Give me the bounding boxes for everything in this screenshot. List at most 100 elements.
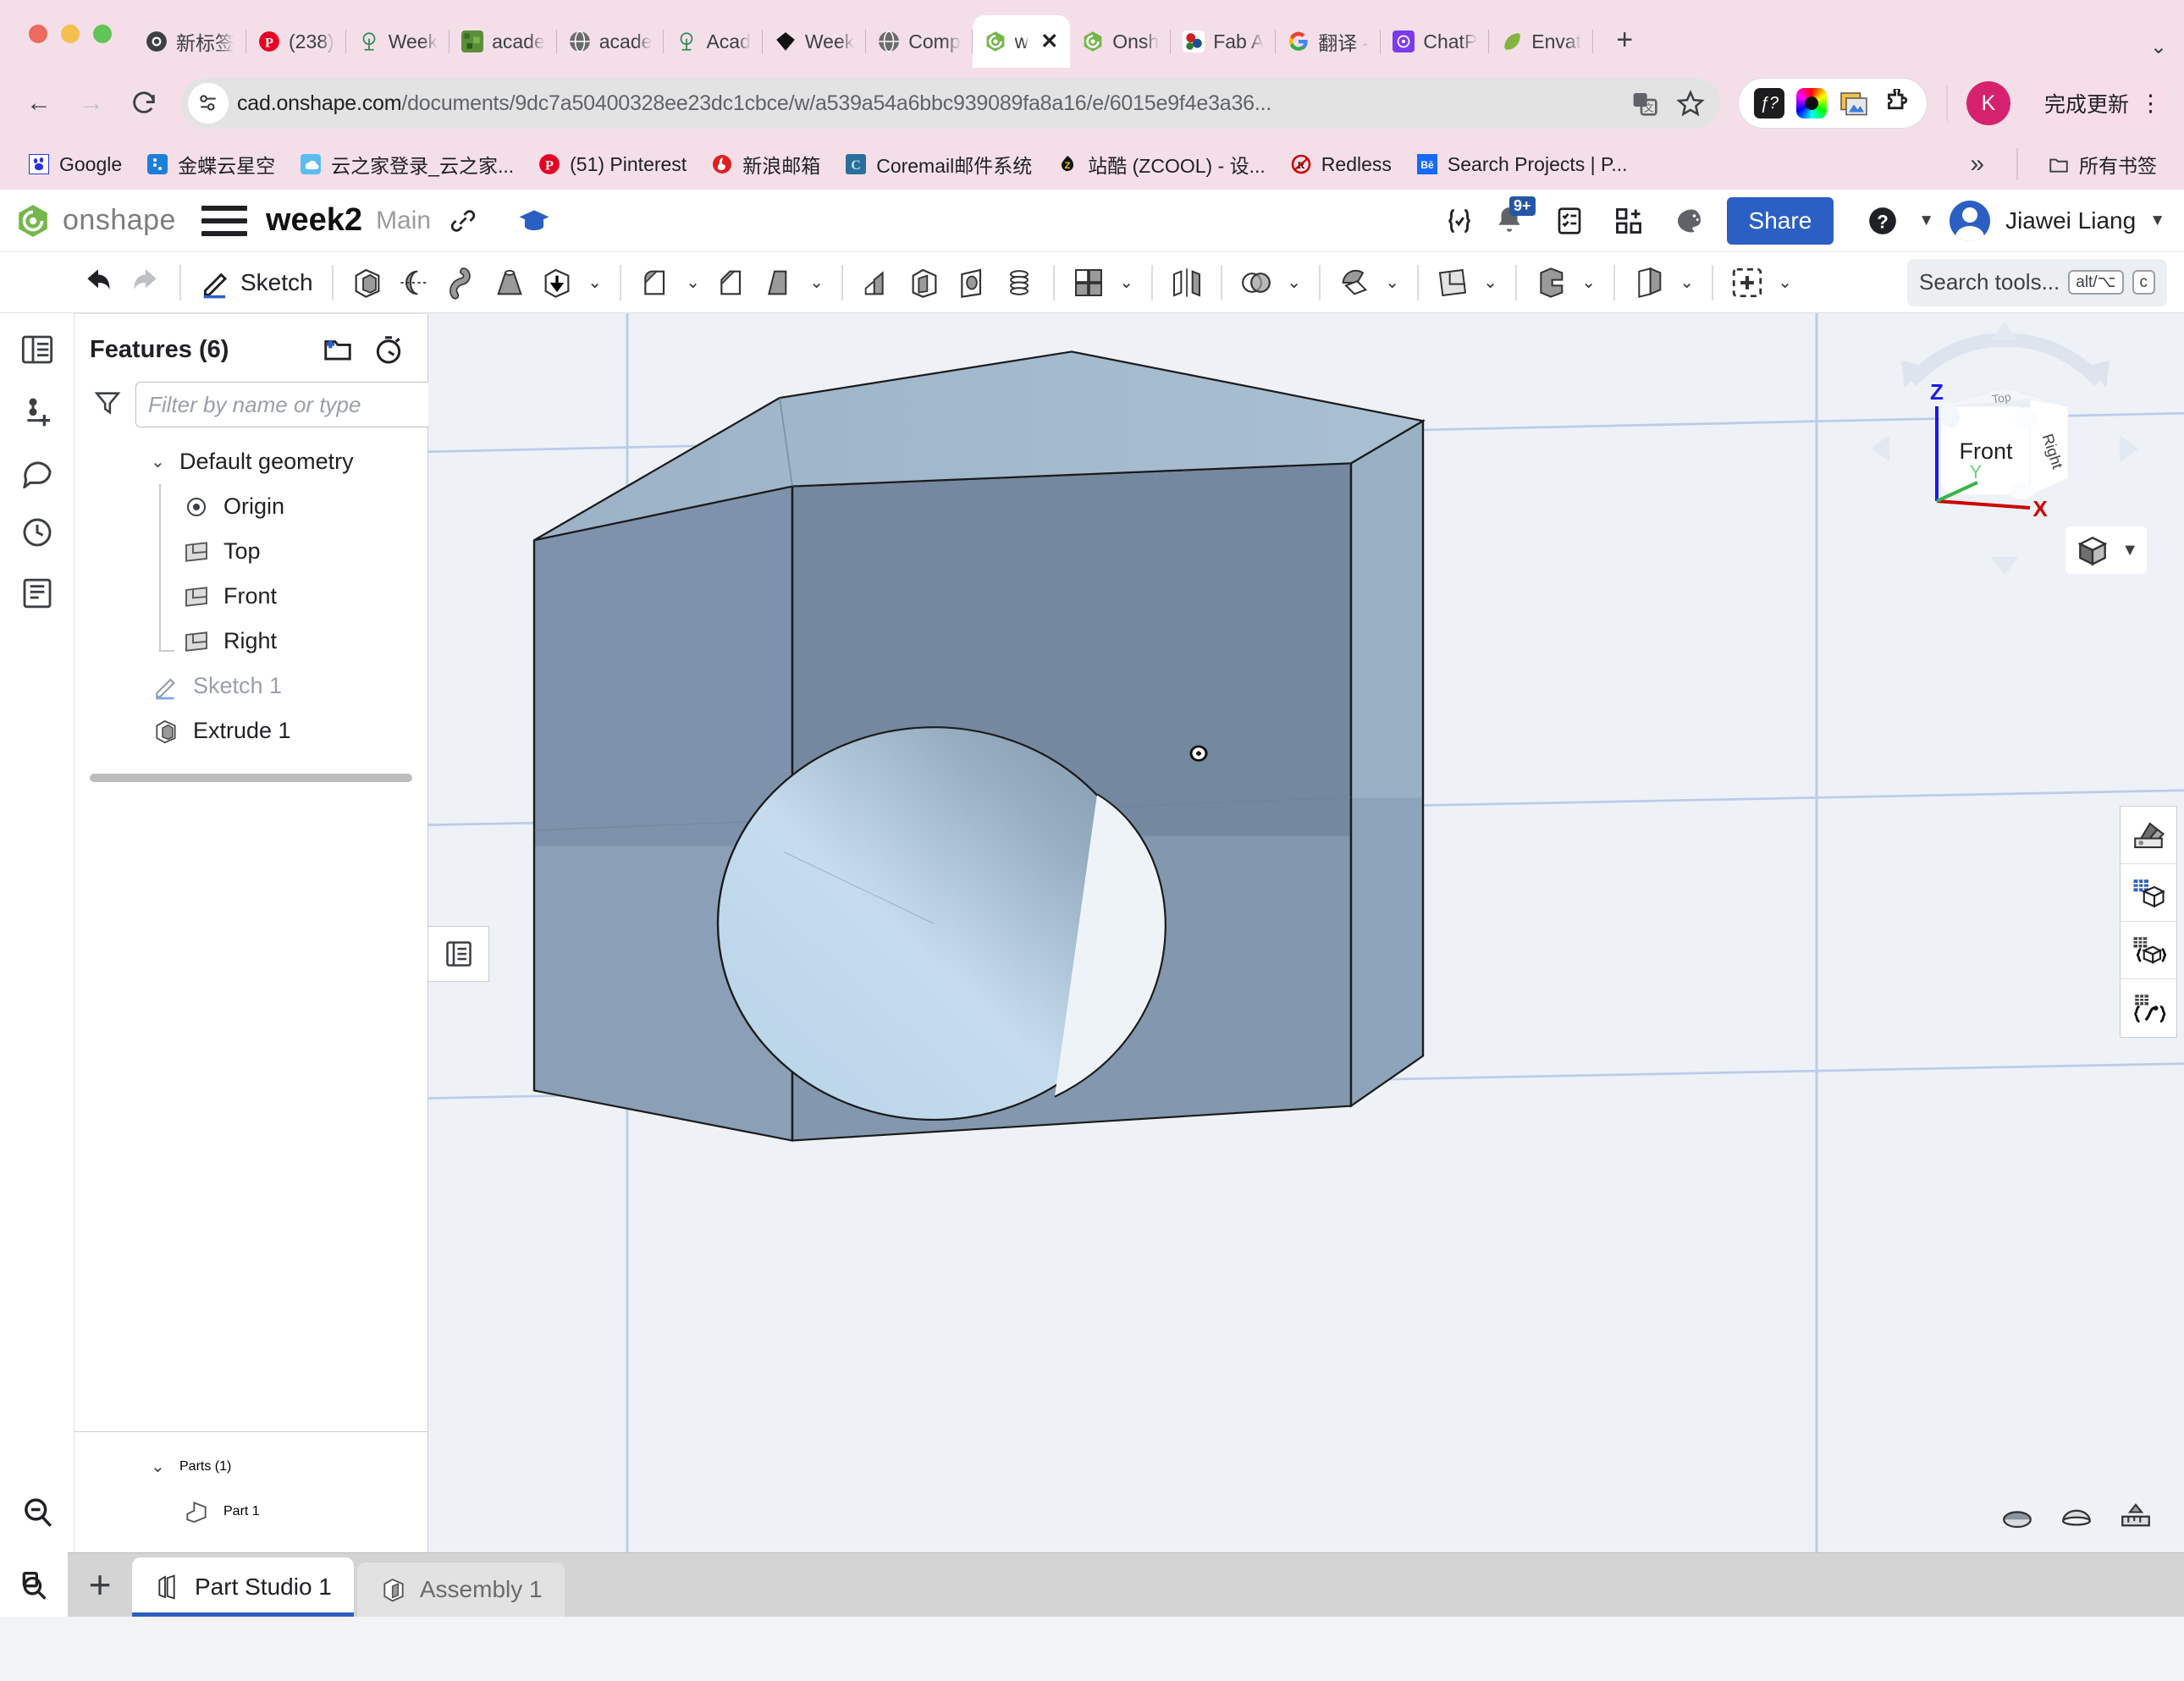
hole-icon[interactable] bbox=[948, 259, 995, 306]
insert-icon[interactable] bbox=[1723, 259, 1771, 306]
browser-tab[interactable]: acade bbox=[449, 15, 557, 68]
close-tab-icon[interactable]: ✕ bbox=[1040, 29, 1058, 54]
sheet-tab[interactable]: Assembly 1 bbox=[356, 1563, 565, 1617]
transform-icon[interactable] bbox=[1429, 259, 1476, 306]
share-button[interactable]: Share bbox=[1726, 196, 1834, 245]
render-braces-icon[interactable] bbox=[2121, 922, 2176, 979]
chevron-down-icon[interactable]: ⌄ bbox=[151, 1456, 165, 1477]
display-grid-icon[interactable] bbox=[2121, 864, 2176, 922]
tree-item[interactable]: Right bbox=[74, 619, 427, 664]
reload-button[interactable] bbox=[120, 80, 168, 127]
redo-icon[interactable] bbox=[122, 259, 169, 306]
browser-tab[interactable]: Comp bbox=[866, 15, 973, 68]
help-chevron-icon[interactable]: ▼ bbox=[1918, 212, 1934, 230]
avatar[interactable] bbox=[1950, 200, 1991, 241]
puzzle-extension-icon[interactable] bbox=[1878, 85, 1915, 122]
chevron-down-icon[interactable]: ⌄ bbox=[1280, 259, 1309, 306]
new-tab-button[interactable]: + bbox=[1602, 17, 1647, 63]
render-curve-icon[interactable] bbox=[2121, 979, 2176, 1037]
sketch-button[interactable]: Sketch bbox=[191, 267, 322, 299]
chamfer-icon[interactable] bbox=[708, 259, 755, 306]
comments-icon[interactable] bbox=[13, 447, 62, 496]
chevron-down-icon[interactable]: ⌄ bbox=[1673, 259, 1701, 306]
add-folder-icon[interactable] bbox=[317, 329, 358, 370]
tree-group-default-geometry[interactable]: ⌄ Default geometry bbox=[74, 439, 427, 484]
graphics-area[interactable]: Front Right Top Z X Y ▼ bbox=[428, 313, 2184, 1552]
add-tab-button[interactable]: + bbox=[68, 1552, 132, 1617]
bill-of-materials-icon[interactable] bbox=[13, 569, 62, 618]
features-scrollbar[interactable] bbox=[90, 774, 412, 782]
bookmark-item[interactable]: 新浪邮箱 bbox=[698, 144, 832, 185]
tree-item[interactable]: Origin bbox=[74, 484, 427, 529]
bookmark-item[interactable]: 金蝶云星空 bbox=[134, 144, 287, 185]
stopwatch-icon[interactable] bbox=[368, 329, 409, 370]
chevron-down-icon[interactable]: ⌄ bbox=[1476, 259, 1505, 306]
browser-tab[interactable]: Week bbox=[346, 15, 450, 68]
view-section-icon[interactable] bbox=[1999, 1497, 2035, 1537]
close-window-button[interactable] bbox=[29, 25, 47, 43]
bookmark-item[interactable]: Bē Search Projects | P... bbox=[1404, 144, 1640, 185]
sheet-tab[interactable]: Part Studio 1 bbox=[132, 1557, 354, 1617]
browser-tab[interactable]: ChatP bbox=[1381, 15, 1490, 68]
browser-tab[interactable]: 翻译 - bbox=[1276, 15, 1382, 68]
filter-icon[interactable] bbox=[93, 389, 122, 422]
search-tools-button[interactable]: Search tools... alt/⌥ c bbox=[1907, 258, 2167, 306]
bookmark-star-icon[interactable] bbox=[1672, 85, 1709, 122]
profile-avatar[interactable]: K bbox=[1966, 81, 2010, 125]
bookmark-item[interactable]: P (51) Pinterest bbox=[526, 144, 698, 185]
split-icon[interactable] bbox=[1331, 259, 1378, 306]
add-variable-icon[interactable] bbox=[13, 386, 62, 435]
undo-icon[interactable] bbox=[74, 259, 122, 306]
browser-tab-active[interactable]: w ✕ bbox=[972, 15, 1071, 68]
browser-tab[interactable]: acade bbox=[557, 15, 665, 68]
move-face-icon[interactable] bbox=[1625, 259, 1673, 306]
feature-list-toggle-panel[interactable] bbox=[428, 926, 489, 982]
tree-item[interactable]: Sketch 1 bbox=[74, 664, 427, 708]
fillet-icon[interactable] bbox=[631, 259, 679, 306]
site-settings-icon[interactable] bbox=[188, 83, 229, 124]
chevron-down-icon[interactable]: ⌄ bbox=[1378, 259, 1407, 306]
appearance-icon[interactable] bbox=[2121, 807, 2176, 864]
graduation-cap-icon[interactable] bbox=[512, 199, 556, 243]
history-icon[interactable] bbox=[13, 508, 62, 557]
chevron-down-icon[interactable]: ⌄ bbox=[802, 259, 831, 306]
tab-list-chevron-icon[interactable]: ⌄ bbox=[2150, 35, 2167, 59]
chrome-menu-icon[interactable]: ⋮ bbox=[2139, 91, 2162, 114]
view-shade-icon[interactable] bbox=[2059, 1497, 2094, 1537]
filter-input[interactable] bbox=[135, 382, 448, 427]
help-icon[interactable]: ? bbox=[1861, 199, 1905, 243]
image-extension-icon[interactable] bbox=[1835, 85, 1872, 122]
browser-tab[interactable]: P (238) bbox=[246, 15, 346, 68]
tree-group-parts[interactable]: ⌄ Parts (1) bbox=[74, 1444, 427, 1489]
bookmark-item[interactable]: C Coremail邮件系统 bbox=[832, 144, 1044, 185]
user-chevron-icon[interactable]: ▼ bbox=[2149, 212, 2165, 230]
update-button[interactable]: 完成更新 ⋮ bbox=[2027, 80, 2169, 127]
omnibox[interactable]: cad.onshape.com/documents/9dc7a50400328e… bbox=[181, 78, 1721, 129]
notifications-button[interactable]: 9+ bbox=[1486, 196, 1536, 244]
chevron-down-icon[interactable]: ⌄ bbox=[1112, 259, 1141, 306]
enclose-icon[interactable] bbox=[1527, 259, 1575, 306]
browser-tab[interactable]: Acad bbox=[664, 15, 763, 68]
feature-list-panel-icon[interactable] bbox=[13, 325, 62, 374]
bookmark-item[interactable]: R Redless bbox=[1277, 144, 1404, 185]
color-picker-extension-icon[interactable] bbox=[1793, 85, 1830, 122]
tab-search-icon[interactable] bbox=[0, 1552, 68, 1617]
loft-icon[interactable] bbox=[486, 259, 533, 306]
extrude-icon[interactable] bbox=[344, 259, 391, 306]
display-style-button[interactable]: ▼ bbox=[2065, 526, 2147, 574]
maximize-window-button[interactable] bbox=[93, 25, 112, 43]
fx-extension-icon[interactable]: ƒ? bbox=[1751, 85, 1788, 122]
revolve-icon[interactable] bbox=[391, 259, 438, 306]
add-panel-icon[interactable] bbox=[1607, 199, 1651, 243]
browser-tab[interactable]: Fab A bbox=[1171, 15, 1277, 68]
browser-tab[interactable]: 新标签 bbox=[134, 15, 246, 68]
bookmark-item[interactable]: Google bbox=[15, 144, 134, 185]
browser-tab[interactable]: Onsh bbox=[1070, 15, 1172, 68]
zoom-to-fit-icon[interactable] bbox=[13, 1488, 62, 1537]
link-icon[interactable] bbox=[441, 199, 485, 243]
mirror-icon[interactable] bbox=[1163, 259, 1211, 306]
thicken-icon[interactable] bbox=[533, 259, 581, 306]
menu-button[interactable] bbox=[201, 205, 247, 236]
tree-item[interactable]: Extrude 1 bbox=[74, 708, 427, 753]
browser-tab[interactable]: Week bbox=[763, 15, 867, 68]
